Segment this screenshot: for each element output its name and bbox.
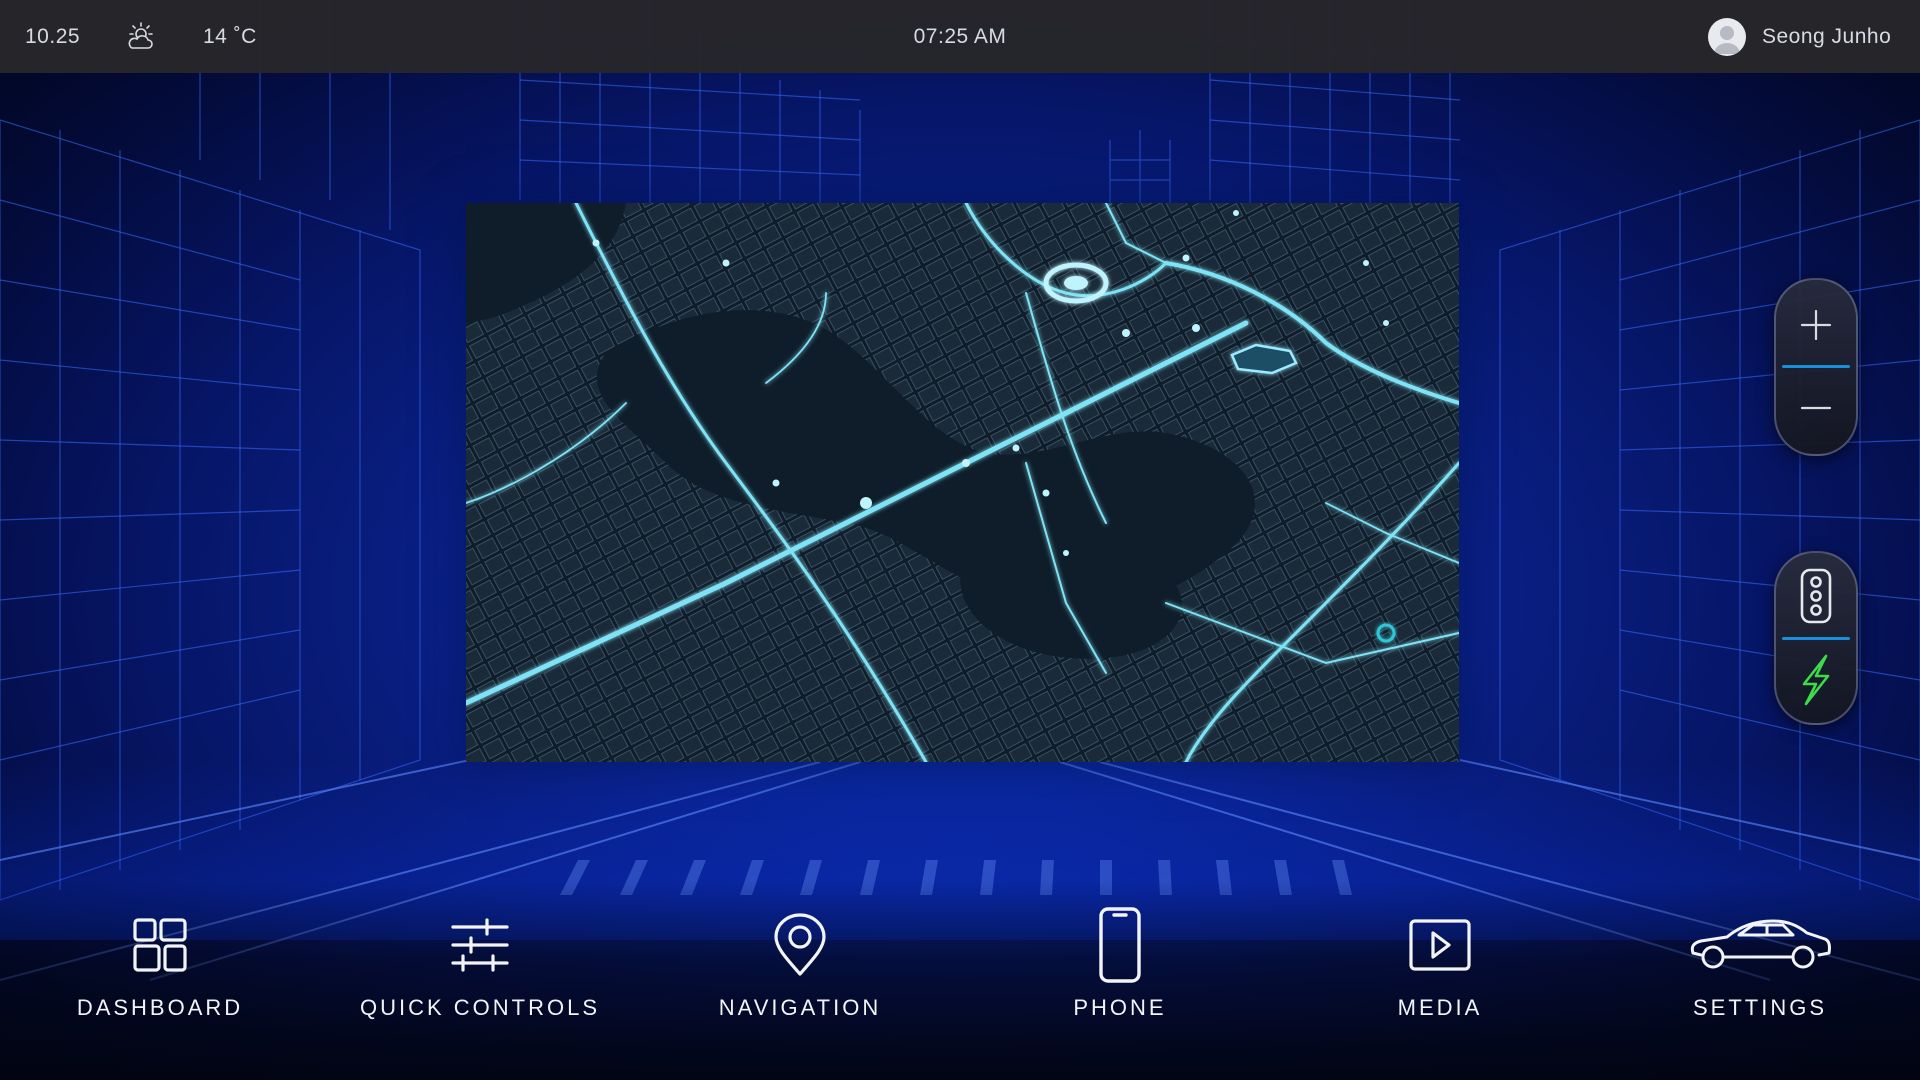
- location-pin-icon: [774, 913, 826, 976]
- lightning-bolt-icon: [1802, 654, 1830, 706]
- nav-navigation[interactable]: NAVIGATION: [640, 900, 960, 1040]
- plus-icon: [1800, 309, 1832, 341]
- nav-media[interactable]: MEDIA: [1280, 900, 1600, 1040]
- map-layer-controls: [1774, 551, 1858, 725]
- zoom-out-button[interactable]: [1776, 368, 1856, 448]
- zoom-in-button[interactable]: [1776, 285, 1856, 365]
- nav-media-label: MEDIA: [1397, 995, 1483, 1020]
- nav-settings-label: SETTINGS: [1692, 995, 1827, 1020]
- nav-phone-label: PHONE: [1073, 995, 1167, 1020]
- play-icon: [1409, 919, 1471, 971]
- clock: 07:25 AM: [913, 25, 1007, 48]
- bottom-navigation: DASHBOARD QUICK CONTROLS NAVIGATION PHON…: [0, 880, 1920, 1080]
- dashboard-grid-icon: [133, 918, 187, 972]
- sliders-icon: [451, 918, 509, 972]
- traffic-light-icon: [1800, 568, 1832, 624]
- infotainment-screen: 10.25 14 ˚C 07:25 AM Seong Junho DASHBOA…: [0, 0, 1920, 1080]
- nav-navigation-label: NAVIGATION: [718, 995, 882, 1020]
- status-bar: 10.25 14 ˚C 07:25 AM Seong Junho: [0, 0, 1920, 73]
- minus-icon: [1800, 406, 1832, 410]
- nav-quick-controls-label: QUICK CONTROLS: [359, 995, 601, 1020]
- user-avatar-icon[interactable]: [1708, 18, 1746, 56]
- nav-dashboard[interactable]: DASHBOARD: [0, 900, 320, 1040]
- nav-dashboard-label: DASHBOARD: [76, 995, 244, 1020]
- smartphone-icon: [1099, 907, 1141, 983]
- traffic-layer-button[interactable]: [1776, 556, 1856, 636]
- map-view[interactable]: [466, 203, 1459, 762]
- car-icon: [1690, 919, 1831, 969]
- nav-quick-controls[interactable]: QUICK CONTROLS: [320, 900, 640, 1040]
- charging-stations-button[interactable]: [1776, 640, 1856, 720]
- zoom-controls: [1774, 278, 1858, 456]
- nav-phone[interactable]: PHONE: [960, 900, 1280, 1040]
- user-name[interactable]: Seong Junho: [1762, 0, 1891, 73]
- nav-settings[interactable]: SETTINGS: [1600, 900, 1920, 1040]
